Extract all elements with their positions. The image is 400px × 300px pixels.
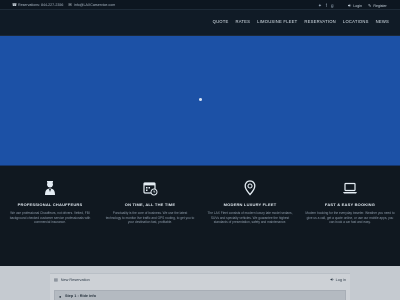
map-pin-icon <box>244 180 256 196</box>
login-label: Login <box>353 3 362 8</box>
feature-description: We use professional Chauffeurs, not driv… <box>9 211 91 225</box>
email-icon: ✉ <box>68 2 72 7</box>
main-navbar: QUOTE RATES LIMOUSINE FLEET RESERVATION … <box>0 10 400 36</box>
phone-icon: ☎ <box>12 2 17 7</box>
step-icon: ● <box>59 293 62 299</box>
feature-professional-chauffeurs: PROFESSIONAL CHAUFFEURS We use professio… <box>5 180 95 225</box>
step-header[interactable]: ● Step 1 : Ride info <box>54 290 346 300</box>
login-icon: ⎆ <box>348 3 352 8</box>
main-menu: QUOTE RATES LIMOUSINE FLEET RESERVATION … <box>213 19 389 24</box>
new-reservation-tab[interactable]: ▤ New Reservation <box>54 277 90 282</box>
booking-login-link[interactable]: ⎆ Log in <box>330 277 346 282</box>
hero-banner <box>0 36 400 166</box>
booking-login-label: Log in <box>335 277 346 282</box>
feature-title: FAST & EASY BOOKING <box>324 202 376 207</box>
phone-label: Reservations: 844-227-2356 <box>18 3 64 7</box>
nav-item-news[interactable]: NEWS <box>376 19 389 24</box>
login-link[interactable]: ⎆ Login <box>348 3 362 8</box>
email-label: info@LAXCarservice.com <box>74 3 116 7</box>
email-contact[interactable]: ✉ info@LAXCarservice.com <box>68 2 116 8</box>
nav-item-rates[interactable]: RATES <box>236 19 251 24</box>
phone-contact[interactable]: ☎ Reservations: 844-227-2356 <box>12 2 64 8</box>
booking-section: ▤ New Reservation ⎆ Log in ● Step 1 : Ri… <box>0 266 400 300</box>
google-plus-icon[interactable]: g <box>331 3 334 8</box>
nav-item-reservation[interactable]: RESERVATION <box>304 19 336 24</box>
loading-indicator <box>199 98 202 101</box>
feature-title: ON TIME, ALL THE TIME <box>124 202 176 207</box>
feature-on-time: ON TIME, ALL THE TIME Punctuality is the… <box>105 180 195 225</box>
laptop-icon <box>343 182 357 194</box>
feature-description: Modern booking for the everyday traveler… <box>305 211 395 225</box>
feature-title: PROFESSIONAL CHAUFFEURS <box>17 202 83 207</box>
new-reservation-label: New Reservation <box>60 277 90 282</box>
feature-modern-luxury-fleet: MODERN LUXURY FLEET The LAX Fleet consis… <box>205 180 295 225</box>
features-section: PROFESSIONAL CHAUFFEURS We use professio… <box>0 166 400 266</box>
feature-title: MODERN LUXURY FLEET <box>223 202 277 207</box>
top-bar: ☎ Reservations: 844-227-2356 ✉ info@LAXC… <box>0 0 400 10</box>
twitter-icon[interactable]: ✦ <box>318 3 322 8</box>
calendar-clock-icon <box>143 182 158 196</box>
login-icon: ⎆ <box>330 277 334 282</box>
nav-item-locations[interactable]: LOCATIONS <box>343 19 369 24</box>
step-label: Step 1 : Ride info <box>65 294 97 298</box>
feature-fast-easy-booking: FAST & EASY BOOKING Modern booking for t… <box>305 180 395 225</box>
booking-panel: ▤ New Reservation ⎆ Log in ● Step 1 : Ri… <box>50 273 350 300</box>
nav-item-limousine-fleet[interactable]: LIMOUSINE FLEET <box>257 19 297 24</box>
register-icon: ✎ <box>368 3 372 8</box>
register-label: Register <box>373 3 387 8</box>
feature-description: The LAX Fleet consists of modern luxury … <box>207 211 293 225</box>
chauffeur-icon <box>45 181 55 195</box>
social-links: ✦ f g <box>318 3 334 8</box>
register-link[interactable]: ✎ Register <box>368 3 387 8</box>
facebook-icon[interactable]: f <box>326 3 327 8</box>
reservation-icon: ▤ <box>54 277 58 282</box>
feature-description: Punctuality is the core of business. We … <box>105 211 195 225</box>
nav-item-quote[interactable]: QUOTE <box>213 19 229 24</box>
